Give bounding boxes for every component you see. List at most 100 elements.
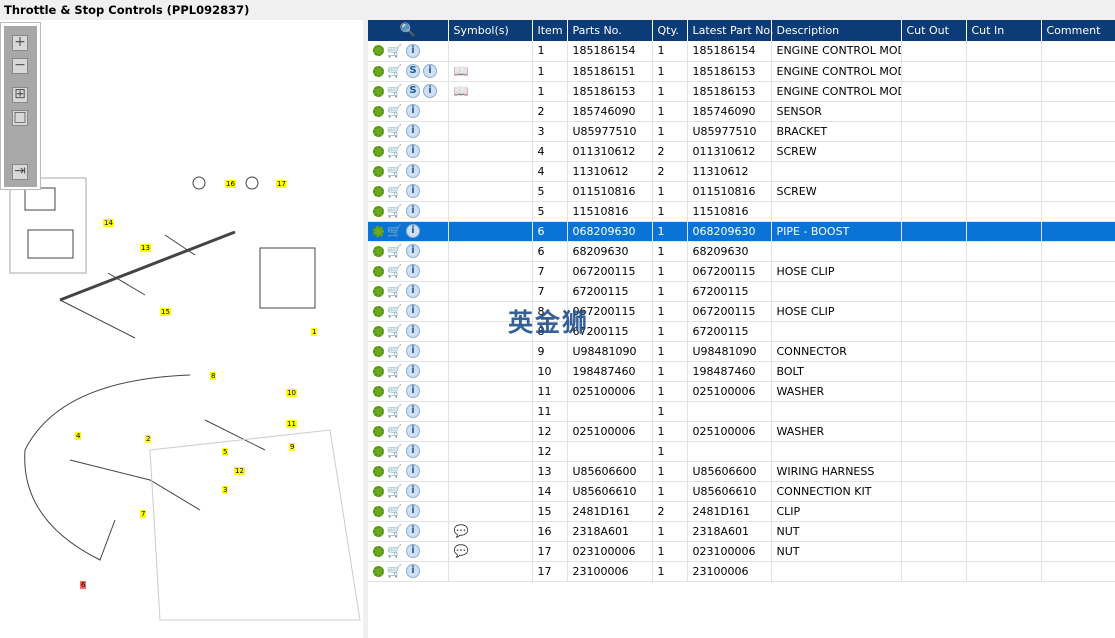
table-row[interactable]: 🛒 i 4 11310612 2 11310612 xyxy=(368,161,1115,182)
table-row[interactable]: 🛒 i 💬 17 023100006 1 023100006 NUT xyxy=(368,541,1115,562)
callout-label[interactable]: 11 xyxy=(286,420,297,428)
gear-icon[interactable] xyxy=(373,145,384,157)
cart-icon[interactable]: 🛒 xyxy=(387,365,403,377)
callout-label[interactable]: 8 xyxy=(210,372,217,380)
info-icon[interactable]: i xyxy=(423,84,437,98)
cart-icon[interactable]: 🛒 xyxy=(387,305,403,317)
cart-icon[interactable]: 🛒 xyxy=(387,345,403,357)
cart-icon[interactable]: 🛒 xyxy=(387,205,403,217)
info-icon[interactable]: i xyxy=(406,304,420,318)
table-row[interactable]: 🛒 Si 📖 1 185186153 1 185186153 ENGINE CON… xyxy=(368,81,1115,102)
search-icon[interactable]: 🔍 xyxy=(400,23,416,38)
zoom-out-button[interactable]: − xyxy=(12,58,28,74)
gear-icon[interactable] xyxy=(373,325,384,337)
table-row[interactable]: 🛒 Si 📖 1 185186151 1 185186153 ENGINE CON… xyxy=(368,61,1115,82)
info-icon[interactable]: i xyxy=(406,444,420,458)
info-icon[interactable]: i xyxy=(406,244,420,258)
table-row[interactable]: 🛒 i 5 011510816 1 011510816 SCREW xyxy=(368,181,1115,202)
callout-label[interactable]: 4 xyxy=(75,432,82,440)
gear-icon[interactable] xyxy=(373,245,384,257)
table-row[interactable]: 🛒 i 11 1 xyxy=(368,401,1115,422)
cart-icon[interactable]: 🛒 xyxy=(387,245,403,257)
table-row[interactable]: 🛒 i 4 011310612 2 011310612 SCREW xyxy=(368,141,1115,162)
table-row[interactable]: 🛒 i 17 23100006 1 23100006 xyxy=(368,561,1115,582)
callout-label[interactable]: 17 xyxy=(276,180,287,188)
column-header-latest-part-no[interactable]: Latest Part No. xyxy=(687,20,773,41)
callout-label[interactable]: 5 xyxy=(222,448,229,456)
gear-icon[interactable] xyxy=(373,165,384,177)
gear-icon[interactable] xyxy=(373,485,384,497)
info-icon[interactable]: i xyxy=(406,564,420,578)
info-icon[interactable]: i xyxy=(406,284,420,298)
callout-label[interactable]: 15 xyxy=(160,308,171,316)
callout-label[interactable]: 16 xyxy=(225,180,236,188)
note-icon[interactable]: 💬 xyxy=(454,544,469,558)
gear-icon[interactable] xyxy=(373,505,384,517)
info-icon[interactable]: i xyxy=(406,344,420,358)
cart-icon[interactable]: 🛒 xyxy=(387,65,403,77)
gear-icon[interactable] xyxy=(373,445,384,457)
info-icon[interactable]: i xyxy=(406,544,420,558)
cart-icon[interactable]: 🛒 xyxy=(387,285,403,297)
callout-label[interactable]: 7 xyxy=(140,510,147,518)
gear-icon[interactable] xyxy=(373,365,384,377)
info-icon[interactable]: i xyxy=(406,324,420,338)
table-row[interactable]: 🛒 i 8 67200115 1 67200115 xyxy=(368,321,1115,342)
toggle-panel-button[interactable]: ⇥ xyxy=(12,164,28,180)
column-header-description[interactable]: Description xyxy=(771,20,902,41)
callout-label[interactable]: 10 xyxy=(286,389,297,397)
cart-icon[interactable]: 🛒 xyxy=(387,525,403,537)
table-row[interactable]: 🛒 i 10 198487460 1 198487460 BOLT xyxy=(368,361,1115,382)
callout-label[interactable]: 3 xyxy=(222,486,229,494)
info-icon[interactable]: i xyxy=(406,484,420,498)
table-row[interactable]: 🛒 i 13 U85606600 1 U85606600 WIRING HARNE… xyxy=(368,461,1115,482)
cart-icon[interactable]: 🛒 xyxy=(387,385,403,397)
table-row[interactable]: 🛒 i 6 068209630 1 068209630 PIPE - BOOST xyxy=(368,221,1115,242)
gear-icon[interactable] xyxy=(373,425,384,437)
table-row[interactable]: 🛒 i 12 025100006 1 025100006 WASHER xyxy=(368,421,1115,442)
callout-label[interactable]: 14 xyxy=(103,219,114,227)
info-icon[interactable]: i xyxy=(406,144,420,158)
cart-icon[interactable]: 🛒 xyxy=(387,105,403,117)
cart-icon[interactable]: 🛒 xyxy=(387,485,403,497)
callout-label[interactable]: 2 xyxy=(145,435,152,443)
table-row[interactable]: 🛒 i 7 67200115 1 67200115 xyxy=(368,281,1115,302)
table-row[interactable]: 🛒 i 2 185746090 1 185746090 SENSOR xyxy=(368,101,1115,122)
book-search-icon[interactable]: 📖 xyxy=(454,84,469,98)
table-row[interactable]: 🛒 i 8 067200115 1 067200115 HOSE CLIP xyxy=(368,301,1115,322)
info-icon[interactable]: i xyxy=(406,364,420,378)
gear-icon[interactable] xyxy=(373,285,384,297)
info-icon[interactable]: i xyxy=(406,424,420,438)
column-header-cut-out[interactable]: Cut Out xyxy=(901,20,967,41)
cart-icon[interactable]: 🛒 xyxy=(387,445,403,457)
cart-icon[interactable]: 🛒 xyxy=(387,465,403,477)
cart-icon[interactable]: 🛒 xyxy=(387,565,403,577)
info-icon[interactable]: i xyxy=(406,224,420,238)
table-row[interactable]: 🛒 i 11 025100006 1 025100006 WASHER xyxy=(368,381,1115,402)
gear-icon[interactable] xyxy=(373,525,384,537)
table-row[interactable]: 🛒 i 5 11510816 1 11510816 xyxy=(368,201,1115,222)
table-row[interactable]: 🛒 i 💬 16 2318A601 1 2318A601 NUT xyxy=(368,521,1115,542)
cart-icon[interactable]: 🛒 xyxy=(387,505,403,517)
column-header-search[interactable]: 🔍 xyxy=(368,20,449,41)
column-header-comment[interactable]: Comment xyxy=(1041,20,1115,41)
table-row[interactable]: 🛒 i 7 067200115 1 067200115 HOSE CLIP xyxy=(368,261,1115,282)
info-icon[interactable]: i xyxy=(406,204,420,218)
table-row[interactable]: 🛒 i 15 2481D161 2 2481D161 CLIP xyxy=(368,501,1115,522)
table-row[interactable]: 🛒 i 6 68209630 1 68209630 xyxy=(368,241,1115,262)
gear-icon[interactable] xyxy=(373,45,384,57)
cart-icon[interactable]: 🛒 xyxy=(387,225,403,237)
cart-icon[interactable]: 🛒 xyxy=(387,145,403,157)
book-search-icon[interactable]: 📖 xyxy=(454,64,469,78)
cart-icon[interactable]: 🛒 xyxy=(387,185,403,197)
gear-icon[interactable] xyxy=(373,65,384,77)
info-icon[interactable]: i xyxy=(423,64,437,78)
fit-all-button[interactable]: ⊞ xyxy=(12,87,28,103)
diagram-panel[interactable]: 16 17 14 13 1 15 8 10 11 9 4 2 5 12 3 7 … xyxy=(0,20,363,638)
gear-icon[interactable] xyxy=(373,125,384,137)
gear-icon[interactable] xyxy=(373,185,384,197)
table-row[interactable]: 🛒 i 1 185186154 1 185186154 ENGINE CONTRO… xyxy=(368,41,1115,62)
info-icon[interactable]: i xyxy=(406,43,420,58)
gear-icon[interactable] xyxy=(373,405,384,417)
column-header-qty[interactable]: Qty. xyxy=(652,20,688,41)
